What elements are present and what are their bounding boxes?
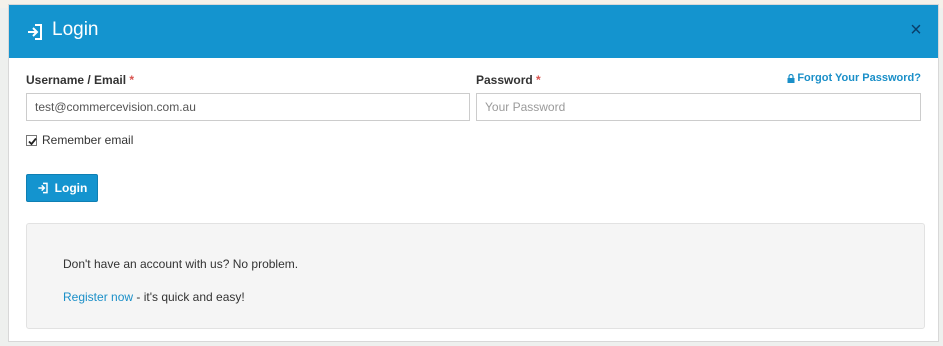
remember-email-label: Remember email [42, 133, 134, 147]
register-panel: Don't have an account with us? No proble… [26, 223, 925, 329]
register-tail: - it's quick and easy! [133, 290, 245, 304]
forgot-password-label: Forgot Your Password? [797, 72, 921, 84]
login-button-label: Login [54, 181, 88, 195]
username-label-text: Username / Email [26, 73, 127, 87]
required-marker: * [536, 73, 541, 87]
login-button[interactable]: Login [26, 174, 98, 202]
sign-in-icon [28, 24, 42, 40]
forgot-password-link[interactable]: Forgot Your Password? [787, 72, 921, 84]
password-label-text: Password [476, 73, 533, 87]
lock-icon [787, 73, 795, 83]
register-question: Don't have an account with us? No proble… [63, 257, 299, 271]
username-label: Username / Email * [26, 73, 134, 87]
close-button[interactable]: × [906, 20, 926, 40]
password-label: Password * [476, 73, 541, 87]
register-now-link[interactable]: Register now [63, 290, 133, 304]
sign-in-icon [38, 182, 48, 194]
username-input[interactable] [26, 93, 470, 121]
login-modal: Login × Username / Email * Password * Fo… [8, 4, 939, 342]
remember-email-checkbox[interactable] [26, 134, 37, 146]
required-marker: * [129, 73, 135, 87]
checkmark-icon [28, 137, 37, 145]
modal-header: Login × [9, 5, 938, 58]
register-line: Register now - it's quick and easy! [63, 290, 245, 304]
modal-title: Login [52, 19, 99, 40]
password-input[interactable] [476, 93, 921, 121]
remember-email-row: Remember email [26, 133, 133, 147]
